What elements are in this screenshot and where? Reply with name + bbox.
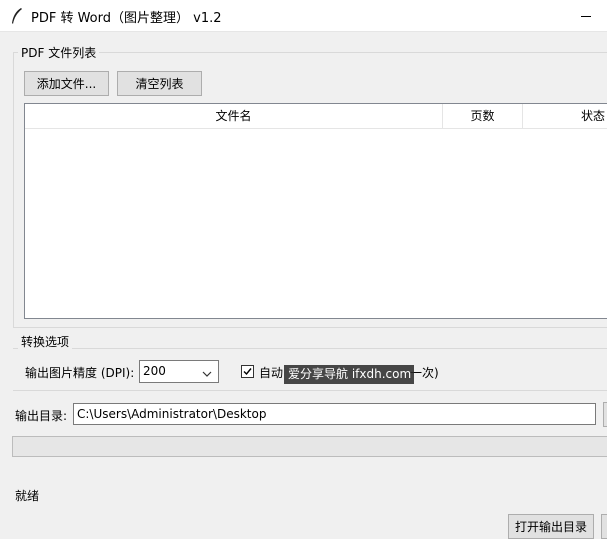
file-list-table[interactable]: 文件名 页数 状态 (24, 103, 607, 319)
open-output-dir-button[interactable]: 打开输出目录 (508, 514, 594, 539)
minimize-icon[interactable] (581, 16, 591, 17)
feather-icon (11, 8, 23, 24)
file-list-header: 文件名 页数 状态 (25, 104, 607, 129)
status-text: 就绪 (15, 489, 40, 503)
options-group-border (13, 348, 607, 349)
dpi-select-value: 200 (143, 364, 166, 378)
clear-list-button[interactable]: 清空列表 (117, 71, 202, 96)
browse-button[interactable] (603, 402, 607, 427)
window-title: PDF 转 Word（图片整理） v1.2 (31, 11, 222, 26)
column-header-status[interactable]: 状态 (523, 104, 607, 128)
section-divider (13, 390, 607, 391)
column-header-filename[interactable]: 文件名 (25, 104, 442, 128)
output-dir-label: 输出目录: (15, 409, 68, 423)
column-header-pages[interactable]: 页数 (443, 104, 522, 128)
add-files-button[interactable]: 添加文件... (24, 71, 109, 96)
conversion-progress-bar (12, 436, 607, 457)
title-bar: PDF 转 Word（图片整理） v1.2 (0, 0, 607, 32)
auto-option-label-tail[interactable]: 一次) (410, 364, 439, 381)
convert-button[interactable] (601, 514, 607, 539)
output-dir-input[interactable]: C:\Users\Administrator\Desktop (73, 403, 596, 425)
options-group-label: 转换选项 (18, 333, 73, 350)
check-icon (243, 368, 252, 376)
dpi-select[interactable]: 200 (139, 360, 219, 383)
dpi-label: 输出图片精度 (DPI): (25, 366, 135, 380)
watermark-overlay: 爱分享导航 ifxdh.com (284, 365, 414, 384)
chevron-down-icon[interactable] (202, 367, 212, 377)
auto-option-label[interactable]: 自动 (259, 364, 283, 381)
auto-option-checkbox[interactable] (241, 365, 254, 378)
pdf-list-group-label: PDF 文件列表 (18, 44, 100, 61)
